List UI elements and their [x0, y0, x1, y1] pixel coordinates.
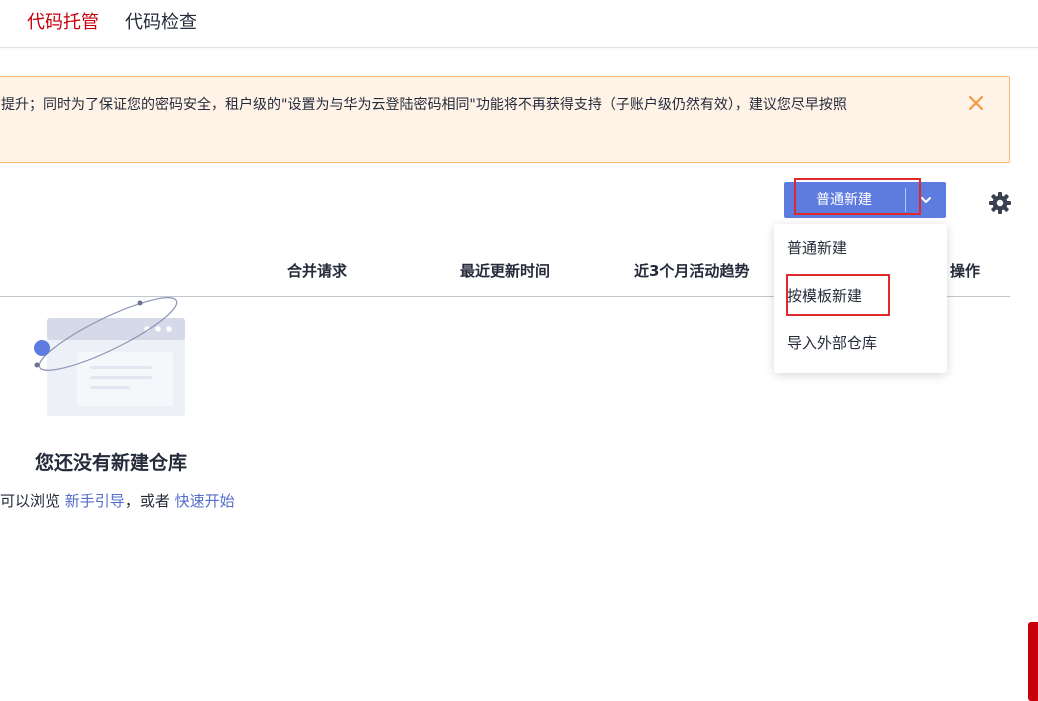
menu-item-normal-create[interactable]: 普通新建: [787, 237, 847, 259]
column-header-operations: 操作: [950, 262, 981, 280]
column-header-activity-trend: 近3个月活动趋势: [634, 262, 750, 280]
chevron-down-icon: [921, 197, 931, 203]
hint-middle: ，或者: [124, 492, 170, 510]
create-dropdown-menu: 普通新建 按模板新建 导入外部仓库: [774, 224, 947, 373]
close-icon[interactable]: [967, 94, 985, 112]
hint-prefix: 可以浏览: [0, 492, 61, 510]
menu-item-template-create[interactable]: 按模板新建: [787, 285, 862, 307]
empty-state-hint: 可以浏览 新手引导，或者 快速开始: [0, 490, 235, 512]
notice-text: 提升；同时为了保证您的密码安全，租户级的"设置为与华为云登陆密码相同"功能将不再…: [1, 97, 847, 113]
create-dropdown-toggle[interactable]: [914, 182, 940, 218]
gear-icon[interactable]: [987, 190, 1013, 216]
side-feedback-tab[interactable]: [1028, 622, 1038, 701]
button-divider: [905, 188, 906, 212]
notice-banner: 提升；同时为了保证您的密码安全，租户级的"设置为与华为云登陆密码相同"功能将不再…: [0, 76, 1010, 163]
menu-item-import-repo[interactable]: 导入外部仓库: [787, 332, 877, 354]
create-button[interactable]: 普通新建: [784, 182, 904, 218]
beginner-guide-link[interactable]: 新手引导: [65, 492, 125, 510]
column-header-merge-requests: 合并请求: [287, 262, 348, 280]
empty-state-illustration: [30, 296, 190, 420]
tab-code-hosting[interactable]: 代码托管: [27, 10, 99, 36]
quick-start-link[interactable]: 快速开始: [175, 492, 235, 510]
create-button-group: 普通新建: [784, 182, 946, 218]
empty-state-title: 您还没有新建仓库: [35, 452, 188, 474]
column-header-last-updated[interactable]: 最近更新时间: [460, 261, 550, 281]
tab-code-check[interactable]: 代码检查: [125, 10, 197, 36]
top-nav: 代码托管 代码检查: [0, 0, 1038, 48]
